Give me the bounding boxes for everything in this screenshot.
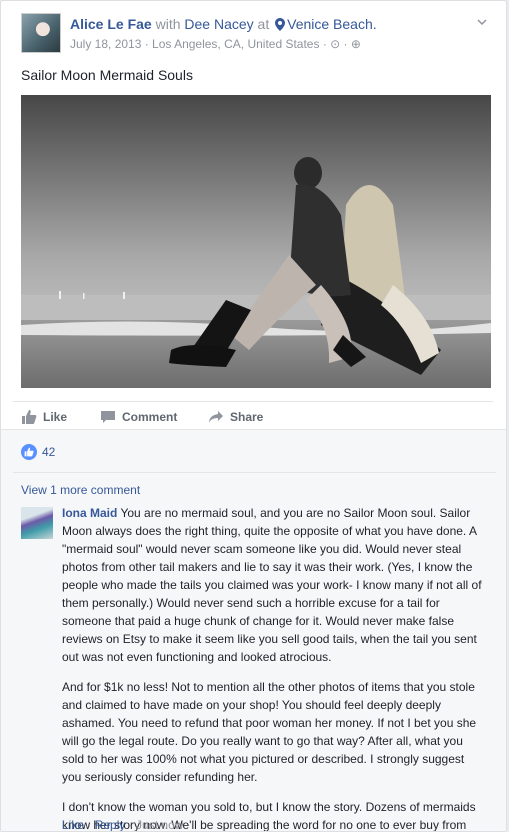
chevron-down-icon[interactable]: [475, 15, 489, 29]
commenter-avatar[interactable]: [21, 507, 53, 539]
post-meta[interactable]: July 18, 2013 · Los Angeles, CA, United …: [70, 37, 361, 51]
comment-reply-link[interactable]: Reply: [95, 818, 126, 831]
share-button[interactable]: Share: [208, 410, 263, 424]
speech-bubble-icon: [101, 411, 115, 423]
author-avatar[interactable]: [21, 13, 61, 53]
comment-timestamp: Just now: [136, 818, 184, 832]
with-word: with: [155, 16, 181, 32]
comment-label: Comment: [122, 410, 178, 424]
place-link[interactable]: Venice Beach.: [287, 16, 377, 32]
comment-like-link[interactable]: Like: [62, 818, 84, 831]
comment-paragraph-1: You are no mermaid soul, and you are no …: [62, 506, 482, 664]
reaction-count[interactable]: 42: [42, 445, 55, 459]
like-button[interactable]: Like: [21, 410, 67, 424]
share-label: Share: [230, 410, 264, 424]
tagged-name[interactable]: Dee Nacey: [184, 16, 253, 32]
comment-button[interactable]: Comment: [100, 410, 177, 424]
thumbs-up-icon: [21, 444, 37, 460]
post-card: Alice Le Fae with Dee Nacey at Venice Be…: [0, 0, 507, 832]
comment-footer: Like · Reply · Just now: [62, 818, 184, 832]
location-pin-icon: [275, 18, 286, 31]
post-photo[interactable]: [21, 95, 491, 388]
thumbs-up-icon: [22, 410, 37, 424]
like-label: Like: [43, 410, 68, 424]
reaction-summary[interactable]: 42: [21, 444, 55, 460]
post-headline: Alice Le Fae with Dee Nacey at Venice Be…: [70, 16, 377, 32]
separator: ·: [84, 818, 95, 832]
at-word: at: [257, 16, 270, 32]
share-arrow-icon: [209, 411, 223, 423]
view-more-comments[interactable]: View 1 more comment: [21, 483, 140, 497]
commenter-name[interactable]: Iona Maid: [62, 506, 117, 520]
comment-body: Iona Maid You are no mermaid soul, and y…: [62, 504, 482, 831]
comments-section: 42 View 1 more comment Iona Maid You are…: [1, 429, 506, 832]
author-name[interactable]: Alice Le Fae: [70, 16, 152, 32]
comment-paragraph-2: And for $1k no less! Not to mention all …: [62, 680, 477, 784]
divider: [13, 472, 496, 473]
post-header: Alice Le Fae with Dee Nacey at Venice Be…: [21, 13, 491, 57]
separator: ·: [125, 818, 137, 832]
post-text: Sailor Moon Mermaid Souls: [21, 67, 193, 83]
